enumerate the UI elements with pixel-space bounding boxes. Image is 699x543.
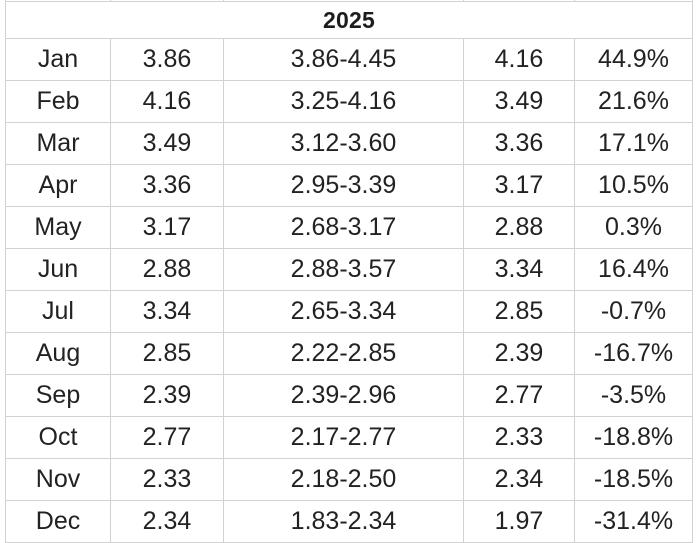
- cell-close-price: 2.34: [463, 458, 575, 501]
- cell-month: Apr: [5, 164, 111, 207]
- cell-price-range: 2.18-2.50: [223, 458, 464, 501]
- cell-month: Dec: [5, 500, 111, 543]
- cell-month: Nov: [5, 458, 111, 501]
- cell-close-price: 1.97: [463, 500, 575, 543]
- table-row: Nov 2.33 2.18-2.50 2.34 -18.5%: [5, 458, 693, 501]
- cell-price-range: 3.25-4.16: [223, 80, 464, 123]
- year-header-label: 2025: [5, 1, 693, 39]
- cell-price-range: 2.65-3.34: [223, 290, 464, 333]
- cell-open-price: 4.16: [110, 80, 224, 123]
- cell-close-price: 2.85: [463, 290, 575, 333]
- cell-close-price: 3.34: [463, 248, 575, 291]
- forecast-table-container: 2025 Jan 3.86 3.86-4.45 4.16 44.9% Feb 4.16 3.25…: [5, 0, 693, 543]
- cell-change-pct: 44.9%: [574, 38, 693, 81]
- cell-open-price: 2.33: [110, 458, 224, 501]
- cell-change-pct: 16.4%: [574, 248, 693, 291]
- cell-close-price: 3.17: [463, 164, 575, 207]
- table-row: Jul 3.34 2.65-3.34 2.85 -0.7%: [5, 290, 693, 333]
- cell-change-pct: 10.5%: [574, 164, 693, 207]
- cell-price-range: 3.12-3.60: [223, 122, 464, 165]
- cell-change-pct: -16.7%: [574, 332, 693, 375]
- table-row: Mar 3.49 3.12-3.60 3.36 17.1%: [5, 122, 693, 165]
- cell-price-range: 2.88-3.57: [223, 248, 464, 291]
- table-row: Feb 4.16 3.25-4.16 3.49 21.6%: [5, 80, 693, 123]
- cell-open-price: 2.88: [110, 248, 224, 291]
- cell-month: Oct: [5, 416, 111, 459]
- cell-price-range: 2.22-2.85: [223, 332, 464, 375]
- cell-change-pct: -18.8%: [574, 416, 693, 459]
- cell-close-price: 4.16: [463, 38, 575, 81]
- cell-close-price: 2.88: [463, 206, 575, 249]
- cell-close-price: 2.39: [463, 332, 575, 375]
- cell-open-price: 3.86: [110, 38, 224, 81]
- cell-close-price: 2.77: [463, 374, 575, 417]
- cell-month: Jul: [5, 290, 111, 333]
- table-row: Oct 2.77 2.17-2.77 2.33 -18.8%: [5, 416, 693, 459]
- table-row: Sep 2.39 2.39-2.96 2.77 -3.5%: [5, 374, 693, 417]
- monthly-forecast-table: 2025 Jan 3.86 3.86-4.45 4.16 44.9% Feb 4.16 3.25…: [5, 0, 693, 543]
- cell-close-price: 2.33: [463, 416, 575, 459]
- cell-open-price: 2.34: [110, 500, 224, 543]
- cell-price-range: 2.68-3.17: [223, 206, 464, 249]
- cell-change-pct: 21.6%: [574, 80, 693, 123]
- table-row: Apr 3.36 2.95-3.39 3.17 10.5%: [5, 164, 693, 207]
- cell-change-pct: -0.7%: [574, 290, 693, 333]
- table-row: Jan 3.86 3.86-4.45 4.16 44.9%: [5, 38, 693, 81]
- cell-open-price: 3.49: [110, 122, 224, 165]
- cell-month: May: [5, 206, 111, 249]
- table-row: Aug 2.85 2.22-2.85 2.39 -16.7%: [5, 332, 693, 375]
- cell-price-range: 2.95-3.39: [223, 164, 464, 207]
- cell-open-price: 3.36: [110, 164, 224, 207]
- cell-open-price: 2.77: [110, 416, 224, 459]
- cell-month: Mar: [5, 122, 111, 165]
- cell-price-range: 1.83-2.34: [223, 500, 464, 543]
- cell-open-price: 2.39: [110, 374, 224, 417]
- cell-change-pct: 17.1%: [574, 122, 693, 165]
- cell-month: Sep: [5, 374, 111, 417]
- table-row: Jun 2.88 2.88-3.57 3.34 16.4%: [5, 248, 693, 291]
- cell-month: Jun: [5, 248, 111, 291]
- cell-change-pct: 0.3%: [574, 206, 693, 249]
- cell-change-pct: -18.5%: [574, 458, 693, 501]
- cell-close-price: 3.49: [463, 80, 575, 123]
- cell-change-pct: -31.4%: [574, 500, 693, 543]
- cell-open-price: 2.85: [110, 332, 224, 375]
- table-header-row: 2025: [5, 1, 693, 39]
- cell-month: Aug: [5, 332, 111, 375]
- cell-month: Feb: [5, 80, 111, 123]
- cell-price-range: 3.86-4.45: [223, 38, 464, 81]
- cell-close-price: 3.36: [463, 122, 575, 165]
- cell-price-range: 2.17-2.77: [223, 416, 464, 459]
- table-row: May 3.17 2.68-3.17 2.88 0.3%: [5, 206, 693, 249]
- cell-month: Jan: [5, 38, 111, 81]
- table-row: Dec 2.34 1.83-2.34 1.97 -31.4%: [5, 500, 693, 543]
- cell-price-range: 2.39-2.96: [223, 374, 464, 417]
- cell-open-price: 3.34: [110, 290, 224, 333]
- cell-change-pct: -3.5%: [574, 374, 693, 417]
- cell-open-price: 3.17: [110, 206, 224, 249]
